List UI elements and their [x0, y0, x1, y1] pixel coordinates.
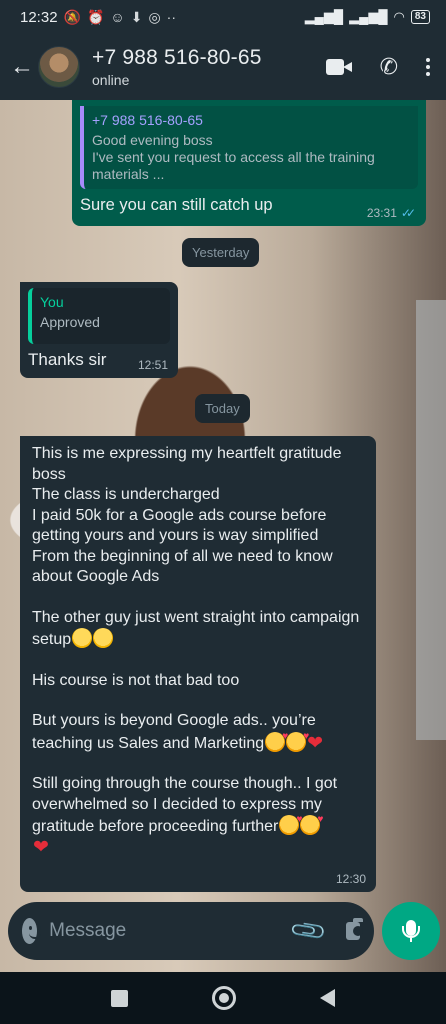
- recent-apps-icon[interactable]: [111, 989, 128, 1007]
- back-arrow-icon[interactable]: ←: [10, 53, 36, 81]
- video-call-icon[interactable]: [325, 59, 352, 75]
- quote-author: You: [40, 294, 64, 310]
- laughing-sweat-emoji-icon: [72, 628, 93, 648]
- date-chip-yesterday: Yesterday: [182, 238, 260, 267]
- smiling-hearts-emoji-icon: [286, 727, 309, 752]
- contact-avatar[interactable]: [38, 46, 80, 88]
- laughing-sweat-emoji-icon: [93, 628, 114, 648]
- status-left: 12:32 🔕 ⏰ ☺ ⬇ ◎ ··: [20, 9, 176, 26]
- quote-text: Good evening boss I've sent you request …: [92, 132, 375, 182]
- status-time: 12:32: [20, 8, 58, 26]
- message-bubble-incoming[interactable]: You Approved Thanks sir 12:51: [20, 282, 178, 378]
- message-time: 12:30: [335, 872, 366, 886]
- battery-icon: 83: [410, 10, 430, 24]
- message-meta: 12:51: [138, 358, 168, 372]
- red-heart-emoji-icon: ❤: [33, 836, 49, 858]
- system-nav-bar: [0, 972, 446, 1024]
- menu-icon[interactable]: [426, 58, 430, 76]
- smiling-hearts-emoji-icon: [300, 810, 323, 835]
- message-input[interactable]: [49, 920, 295, 942]
- emoji-icon[interactable]: [22, 918, 42, 944]
- mute-icon: 🔕: [63, 8, 81, 25]
- message-bubble-outgoing[interactable]: +7 988 516-80-65 Good evening boss I've …: [72, 100, 426, 226]
- quote-text: Approved: [40, 314, 100, 330]
- signal-icon: ▂▄▆█: [304, 9, 344, 24]
- message-time: 12:51: [137, 358, 168, 372]
- download-icon: ⬇: [130, 8, 143, 25]
- signal-icon: ▂▄▆█: [349, 9, 388, 24]
- chat-header: ← +7 988 516-80-65 online ✆: [0, 34, 446, 100]
- quote-author: +7 988 516-80-65: [92, 112, 203, 128]
- quoted-message[interactable]: You Approved: [28, 288, 170, 344]
- alarm-icon: ⏰: [86, 8, 105, 25]
- read-ticks-icon: ✓✓: [400, 206, 416, 220]
- contact-name: +7 988 516-80-65: [92, 46, 262, 69]
- message-paragraph: This is me expressing my heartfelt grati…: [32, 445, 342, 585]
- wifi-icon: ◠: [393, 9, 405, 24]
- message-paragraph: His course is not that bad too: [32, 671, 240, 689]
- more-icon: ··: [166, 9, 176, 25]
- attach-icon[interactable]: 📎: [288, 910, 330, 951]
- voice-record-button[interactable]: [382, 902, 440, 960]
- home-icon[interactable]: [212, 986, 236, 1010]
- chat-area[interactable]: +7 988 516-80-65 Good evening boss I've …: [0, 100, 446, 972]
- message-time: 23:31: [366, 206, 397, 220]
- message-paragraph: The other guy just went straight into ca…: [32, 608, 364, 651]
- header-actions: ✆: [325, 54, 436, 80]
- instagram-icon: ◎: [148, 8, 161, 25]
- smiling-hearts-emoji-icon: [279, 810, 302, 835]
- contact-info[interactable]: +7 988 516-80-65 online: [92, 46, 262, 88]
- camera-icon[interactable]: [346, 918, 363, 940]
- status-bar: 12:32 🔕 ⏰ ☺ ⬇ ◎ ·· ▂▄▆█ ▂▄▆█ ◠ 83: [0, 0, 446, 34]
- voice-call-icon[interactable]: ✆: [380, 54, 398, 80]
- message-meta: 12:30: [336, 872, 366, 886]
- bot-icon: ☺: [110, 9, 125, 25]
- date-chip-today: Today: [195, 394, 250, 423]
- message-paragraph: Still going through the course though.. …: [32, 774, 364, 858]
- message-bubble-incoming[interactable]: This is me expressing my heartfelt grati…: [20, 436, 376, 892]
- microphone-icon: [402, 920, 420, 942]
- message-paragraph: But yours is beyond Google ads.. you’re …: [32, 711, 364, 754]
- message-meta: 23:31 ✓✓: [367, 206, 416, 220]
- contact-status: online: [92, 72, 130, 88]
- nav-back-icon[interactable]: [320, 989, 335, 1007]
- message-composer: 📎: [8, 902, 374, 960]
- status-right: ▂▄▆█ ▂▄▆█ ◠ 83: [305, 9, 430, 25]
- red-heart-emoji-icon: ❤: [307, 732, 324, 754]
- smiling-hearts-emoji-icon: [265, 727, 288, 752]
- quoted-message[interactable]: +7 988 516-80-65 Good evening boss I've …: [80, 106, 418, 189]
